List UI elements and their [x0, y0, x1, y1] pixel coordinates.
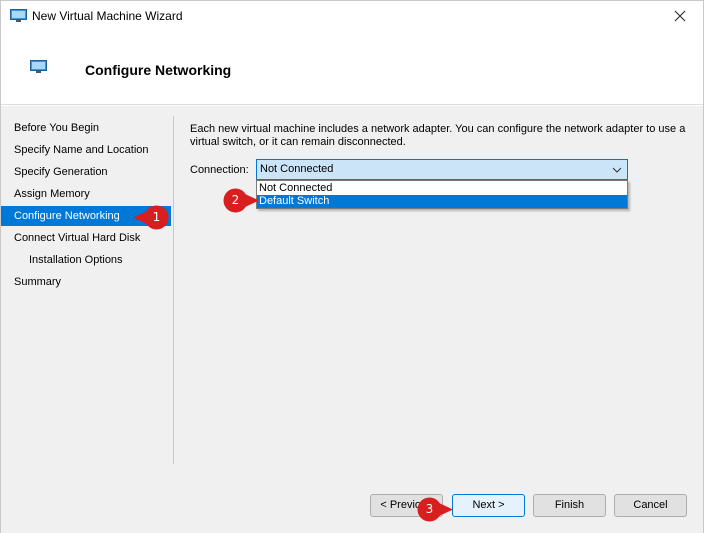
connection-dropdown-list: Not Connected Default Switch [256, 180, 628, 209]
virtual-machine-icon [10, 9, 27, 22]
callout-number: 1 [152, 210, 161, 224]
close-button[interactable] [657, 1, 703, 31]
sidebar-divider [173, 116, 174, 464]
description-line: virtual switch, or it can remain disconn… [190, 136, 406, 148]
description-text: Each new virtual machine includes a netw… [190, 123, 690, 149]
step-assign-memory[interactable]: Assign Memory [1, 184, 171, 204]
step-installation-options[interactable]: Installation Options [1, 250, 171, 270]
wizard-header: Configure Networking [1, 31, 703, 105]
callout-number: 2 [231, 193, 240, 207]
step-before-you-begin[interactable]: Before You Begin [1, 118, 171, 138]
title-bar: New Virtual Machine Wizard [1, 1, 703, 31]
close-icon [674, 10, 686, 22]
description-line: Each new virtual machine includes a netw… [190, 123, 686, 135]
callout-number: 3 [425, 502, 434, 516]
next-button[interactable]: Next > [452, 494, 525, 517]
page-title: Configure Networking [85, 62, 232, 78]
step-specify-name-location[interactable]: Specify Name and Location [1, 140, 171, 160]
wizard-steps-sidebar: Before You Begin Specify Name and Locati… [1, 106, 173, 464]
connection-selected-value: Not Connected [260, 163, 334, 175]
callout-step-2: 2 [223, 188, 259, 213]
wizard-content: Before You Begin Specify Name and Locati… [1, 106, 703, 481]
connection-select[interactable]: Not Connected [256, 159, 628, 180]
step-specify-generation[interactable]: Specify Generation [1, 162, 171, 182]
step-connect-virtual-hard-disk[interactable]: Connect Virtual Hard Disk [1, 228, 171, 248]
step-summary[interactable]: Summary [1, 272, 171, 292]
wizard-footer: < Previous Next > Finish Cancel [1, 481, 703, 533]
cancel-button[interactable]: Cancel [614, 494, 687, 517]
wizard-window: New Virtual Machine Wizard Configure Net… [0, 0, 704, 533]
virtual-machine-icon [30, 60, 47, 73]
callout-step-1: 1 [133, 205, 169, 230]
finish-button[interactable]: Finish [533, 494, 606, 517]
callout-step-3: 3 [417, 497, 453, 522]
option-default-switch[interactable]: Default Switch [257, 195, 627, 208]
connection-label: Connection: [190, 164, 249, 176]
option-not-connected[interactable]: Not Connected [257, 182, 627, 195]
chevron-down-icon [612, 167, 622, 173]
window-title: New Virtual Machine Wizard [32, 9, 183, 23]
